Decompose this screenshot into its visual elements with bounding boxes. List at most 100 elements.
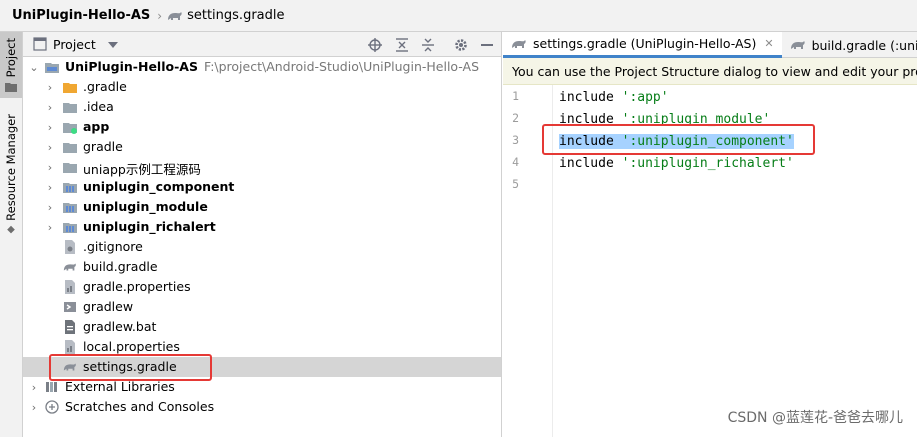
notice-text: You can use the Project Structure dialog…	[512, 63, 917, 79]
line-number: 4	[512, 155, 519, 169]
locate-icon[interactable]	[367, 37, 383, 53]
folder-orange-icon	[63, 83, 77, 93]
tree-item-uniplugin-richalert[interactable]: › uniplugin_richalert	[23, 217, 501, 237]
tree-item-gradle[interactable]: › gradle	[23, 137, 501, 157]
minimize-icon[interactable]	[479, 37, 495, 53]
module-folder-icon	[45, 63, 59, 73]
tree-item-uniplugin-component[interactable]: › uniplugin_component	[23, 177, 501, 197]
collapsed-chevron-icon[interactable]: ›	[45, 197, 55, 217]
folder-icon	[63, 143, 77, 153]
tree-item-app[interactable]: › app	[23, 117, 501, 137]
chevron-down-icon[interactable]	[105, 37, 121, 53]
watermark: CSDN @蓝莲花-爸爸去哪儿	[727, 410, 903, 426]
tree-item-idea[interactable]: › .idea	[23, 97, 501, 117]
line-number: 2	[512, 111, 519, 125]
collapsed-chevron-icon[interactable]: ›	[45, 137, 55, 157]
properties-file-icon	[65, 340, 75, 354]
libraries-icon	[46, 382, 57, 392]
resource-manager-label: Resource Manager	[4, 114, 18, 221]
gear-icon[interactable]	[453, 37, 469, 53]
collapse-all-icon[interactable]	[420, 37, 436, 53]
code-keyword: include	[559, 89, 614, 105]
tree-item-build-gradle[interactable]: build.gradle	[23, 257, 501, 277]
tree-item-label: build.gradle	[83, 259, 158, 274]
batch-file-icon	[65, 320, 75, 334]
code-string: ':uniplugin_richalert'	[621, 155, 794, 171]
folder-icon	[5, 83, 17, 92]
gradle-icon	[63, 263, 76, 271]
collapsed-chevron-icon[interactable]: ›	[45, 97, 55, 117]
breadcrumb-file[interactable]: settings.gradle	[167, 8, 285, 23]
tree-item-gradle-properties[interactable]: gradle.properties	[23, 277, 501, 297]
tool-window-stripe: Project Resource Manager	[0, 32, 23, 437]
collapsed-chevron-icon[interactable]: ›	[45, 177, 55, 197]
tree-item-label: app	[83, 119, 110, 134]
gradle-icon	[168, 11, 182, 20]
collapsed-chevron-icon[interactable]: ›	[45, 77, 55, 97]
breadcrumb: UniPlugin-Hello-AS › settings.gradle	[0, 0, 917, 32]
folder-icon	[63, 163, 77, 173]
expand-all-icon[interactable]	[394, 37, 410, 53]
tree-item-label: gradlew.bat	[83, 319, 157, 334]
shell-script-icon	[64, 302, 76, 312]
tree-root[interactable]: ⌄ UniPlugin-Hello-AS F:\project\Android-S…	[23, 57, 501, 77]
library-module-icon	[63, 183, 77, 193]
scratches-icon	[45, 400, 59, 414]
tree-item-gitignore[interactable]: .gitignore	[23, 237, 501, 257]
tree-root-label: UniPlugin-Hello-AS F:\project\Android-Stu…	[65, 59, 480, 74]
close-icon[interactable]: ✕	[764, 37, 773, 50]
annotation-box-settings	[49, 354, 212, 381]
collapsed-chevron-icon[interactable]: ›	[45, 117, 55, 137]
properties-file-icon	[65, 280, 75, 294]
tab-build-gradle[interactable]: build.gradle (:uniplugi	[782, 32, 917, 58]
tree-item-uniplugin-module[interactable]: › uniplugin_module	[23, 197, 501, 217]
project-panel-title[interactable]: Project	[53, 37, 96, 52]
code-line[interactable]: include ':uniplugin_richalert'	[554, 152, 917, 174]
tree-item-label: gradle	[83, 139, 123, 154]
breadcrumb-separator: ›	[157, 8, 163, 23]
line-number: 5	[512, 177, 519, 191]
tree-item-gradlew-bat[interactable]: gradlew.bat	[23, 317, 501, 337]
tree-item-uniapp-source[interactable]: › uniapp示例工程源码	[23, 157, 501, 178]
editor-tabs: settings.gradle (UniPlugin-Hello-AS) ✕ b…	[503, 32, 917, 58]
tab-label: settings.gradle (UniPlugin-Hello-AS)	[533, 36, 757, 51]
collapsed-chevron-icon[interactable]: ›	[29, 397, 39, 417]
tree-item-scratches[interactable]: › Scratches and Consoles	[23, 397, 501, 417]
breadcrumb-project[interactable]: UniPlugin-Hello-AS	[12, 8, 150, 23]
tab-label: build.gradle (:uniplugi	[811, 37, 917, 53]
collapsed-chevron-icon[interactable]: ›	[29, 377, 39, 397]
library-module-icon	[63, 203, 77, 213]
resource-manager-tab[interactable]: Resource Manager	[0, 114, 22, 234]
tree-item-label: uniapp示例工程源码	[83, 162, 201, 177]
code-line[interactable]	[554, 174, 917, 196]
tree-item-label: External Libraries	[65, 379, 175, 394]
android-module-icon	[63, 123, 77, 134]
gradle-icon	[790, 41, 805, 49]
tree-item-label: .gradle	[83, 79, 127, 94]
tree-item-label: gradle.properties	[83, 279, 191, 294]
gitignore-file-icon	[65, 240, 75, 254]
tree-root-path: F:\project\Android-Studio\UniPlugin-Hell…	[203, 59, 480, 74]
line-number: 1	[512, 89, 519, 103]
project-tool-label: Project	[4, 38, 18, 78]
tree-item-label: Scratches and Consoles	[65, 399, 215, 414]
gradle-icon	[512, 39, 526, 48]
collapsed-chevron-icon[interactable]: ›	[45, 157, 55, 177]
tab-settings-gradle[interactable]: settings.gradle (UniPlugin-Hello-AS) ✕	[503, 32, 782, 58]
line-number: 3	[512, 133, 519, 147]
annotation-box-code-line	[542, 124, 815, 155]
project-tool-tab[interactable]: Project	[0, 32, 22, 98]
tree-item-label: uniplugin_richalert	[83, 219, 216, 234]
folder-icon	[63, 103, 77, 113]
code-line[interactable]: include ':app'	[554, 86, 917, 108]
tree-item-gradlew[interactable]: gradlew	[23, 297, 501, 317]
expanded-chevron-icon[interactable]: ⌄	[29, 57, 39, 77]
collapsed-chevron-icon[interactable]: ›	[45, 217, 55, 237]
project-view-icon	[33, 37, 47, 51]
tree-item-label: uniplugin_component	[83, 179, 235, 194]
tree-item-label: gradlew	[83, 299, 134, 314]
library-module-icon	[63, 223, 77, 233]
code-keyword: include	[559, 155, 614, 171]
tree-item-gradle-dir[interactable]: › .gradle	[23, 77, 501, 97]
breadcrumb-file-label: settings.gradle	[187, 8, 285, 23]
